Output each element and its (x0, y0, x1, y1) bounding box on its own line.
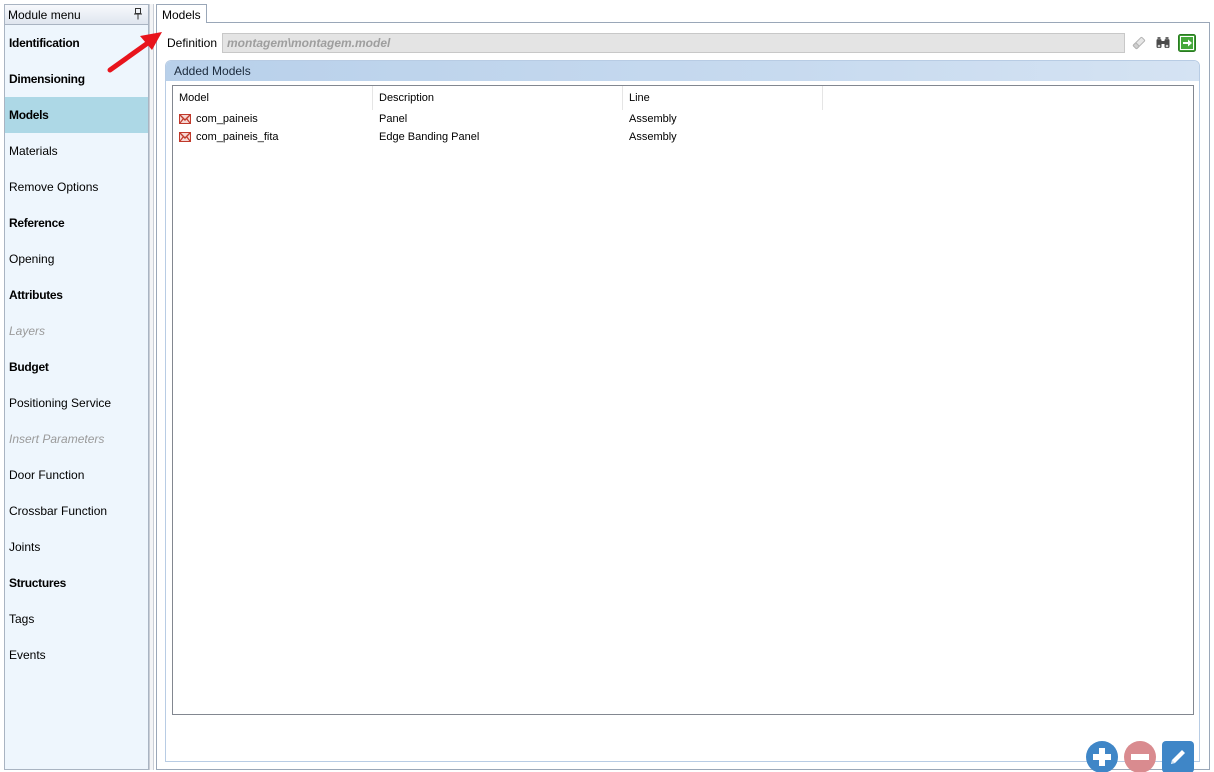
column-header-description[interactable]: Description (373, 86, 623, 110)
definition-field[interactable]: montagem\montagem.model (222, 33, 1125, 53)
pin-icon[interactable] (134, 8, 142, 20)
module-menu-title: Module menu (8, 7, 81, 22)
menu-item-door-function[interactable]: Door Function (5, 457, 148, 493)
menu-item-label: Materials (9, 144, 58, 158)
menu-item-label: Insert Parameters (9, 432, 105, 446)
menu-item-positioning-service[interactable]: Positioning Service (5, 385, 148, 421)
model-icon (179, 114, 191, 124)
menu-item-label: Layers (9, 324, 46, 338)
added-models-title: Added Models (174, 64, 251, 78)
menu-item-label: Dimensioning (9, 72, 85, 86)
menu-item-crossbar-function[interactable]: Crossbar Function (5, 493, 148, 529)
models-content: Definition montagem\montagem.model Added… (156, 23, 1210, 772)
description-cell: Edge Banding Panel (379, 131, 480, 143)
menu-item-layers: Layers (5, 313, 148, 349)
menu-item-structures[interactable]: Structures (5, 565, 148, 601)
added-models-header: Added Models (166, 61, 1199, 81)
menu-item-label: Positioning Service (9, 396, 112, 410)
model-name: com_paineis (196, 113, 258, 125)
module-menu-list: Identification Dimensioning Models Mater… (5, 25, 148, 673)
menu-item-label: Events (9, 648, 46, 662)
definition-row: Definition montagem\montagem.model (167, 33, 1201, 53)
main-panel: Models Definition montagem\montagem.mode… (156, 4, 1210, 772)
menu-item-events[interactable]: Events (5, 637, 148, 673)
menu-item-label: Budget (9, 360, 49, 374)
table-row[interactable]: com_paineis_fita Edge Banding Panel Asse… (173, 128, 1193, 146)
edit-model-button[interactable] (1162, 741, 1194, 772)
menu-item-insert-parameters: Insert Parameters (5, 421, 148, 457)
plus-icon (1093, 748, 1111, 766)
grid-header: Model Description Line (173, 86, 1193, 110)
menu-item-label: Models (9, 108, 49, 122)
line-cell: Assembly (629, 131, 677, 143)
remove-model-button[interactable] (1124, 741, 1156, 772)
added-models-group: Added Models Model Description Line com_… (165, 60, 1200, 772)
tab-strip: Models (156, 4, 1210, 24)
model-cell: com_paineis (173, 113, 373, 125)
menu-item-label: Attributes (9, 288, 63, 302)
model-cell: com_paineis_fita (173, 131, 373, 143)
model-name: com_paineis_fita (196, 131, 279, 143)
menu-item-label: Crossbar Function (9, 504, 108, 518)
pencil-icon (1171, 750, 1185, 764)
module-menu-header: Module menu (5, 5, 148, 25)
tab-models-label: Models (162, 7, 201, 22)
add-model-button[interactable] (1086, 741, 1118, 772)
menu-item-remove-options[interactable]: Remove Options (5, 169, 148, 205)
menu-item-label: Remove Options (9, 180, 99, 194)
binoculars-icon[interactable] (1153, 33, 1173, 53)
description-cell: Panel (379, 113, 408, 125)
menu-item-dimensioning[interactable]: Dimensioning (5, 61, 148, 97)
menu-item-budget[interactable]: Budget (5, 349, 148, 385)
menu-item-label: Tags (9, 612, 35, 626)
menu-item-materials[interactable]: Materials (5, 133, 148, 169)
menu-item-reference[interactable]: Reference (5, 205, 148, 241)
line-cell: Assembly (629, 113, 677, 125)
menu-item-tags[interactable]: Tags (5, 601, 148, 637)
model-icon (179, 132, 191, 142)
models-grid: Model Description Line com_paineis Panel (172, 85, 1194, 715)
definition-label: Definition (167, 36, 218, 50)
tab-models[interactable]: Models (156, 4, 207, 24)
menu-item-label: Identification (9, 36, 80, 50)
menu-item-label: Opening (9, 252, 55, 266)
column-header-model[interactable]: Model (173, 86, 373, 110)
menu-item-label: Reference (9, 216, 65, 230)
sidebar-splitter[interactable] (149, 4, 154, 770)
table-row[interactable]: com_paineis Panel Assembly (173, 110, 1193, 128)
menu-item-label: Joints (9, 540, 41, 554)
menu-item-label: Structures (9, 576, 67, 590)
menu-item-models[interactable]: Models (5, 97, 148, 133)
menu-item-label: Door Function (9, 468, 85, 482)
eraser-icon[interactable] (1129, 33, 1149, 53)
menu-item-opening[interactable]: Opening (5, 241, 148, 277)
go-arrow-icon[interactable] (1177, 33, 1197, 53)
minus-icon (1131, 754, 1149, 760)
menu-item-attributes[interactable]: Attributes (5, 277, 148, 313)
column-header-line[interactable]: Line (623, 86, 823, 110)
menu-item-joints[interactable]: Joints (5, 529, 148, 565)
module-menu: Module menu Identification Dimensioning … (4, 4, 149, 770)
menu-item-identification[interactable]: Identification (5, 25, 148, 61)
